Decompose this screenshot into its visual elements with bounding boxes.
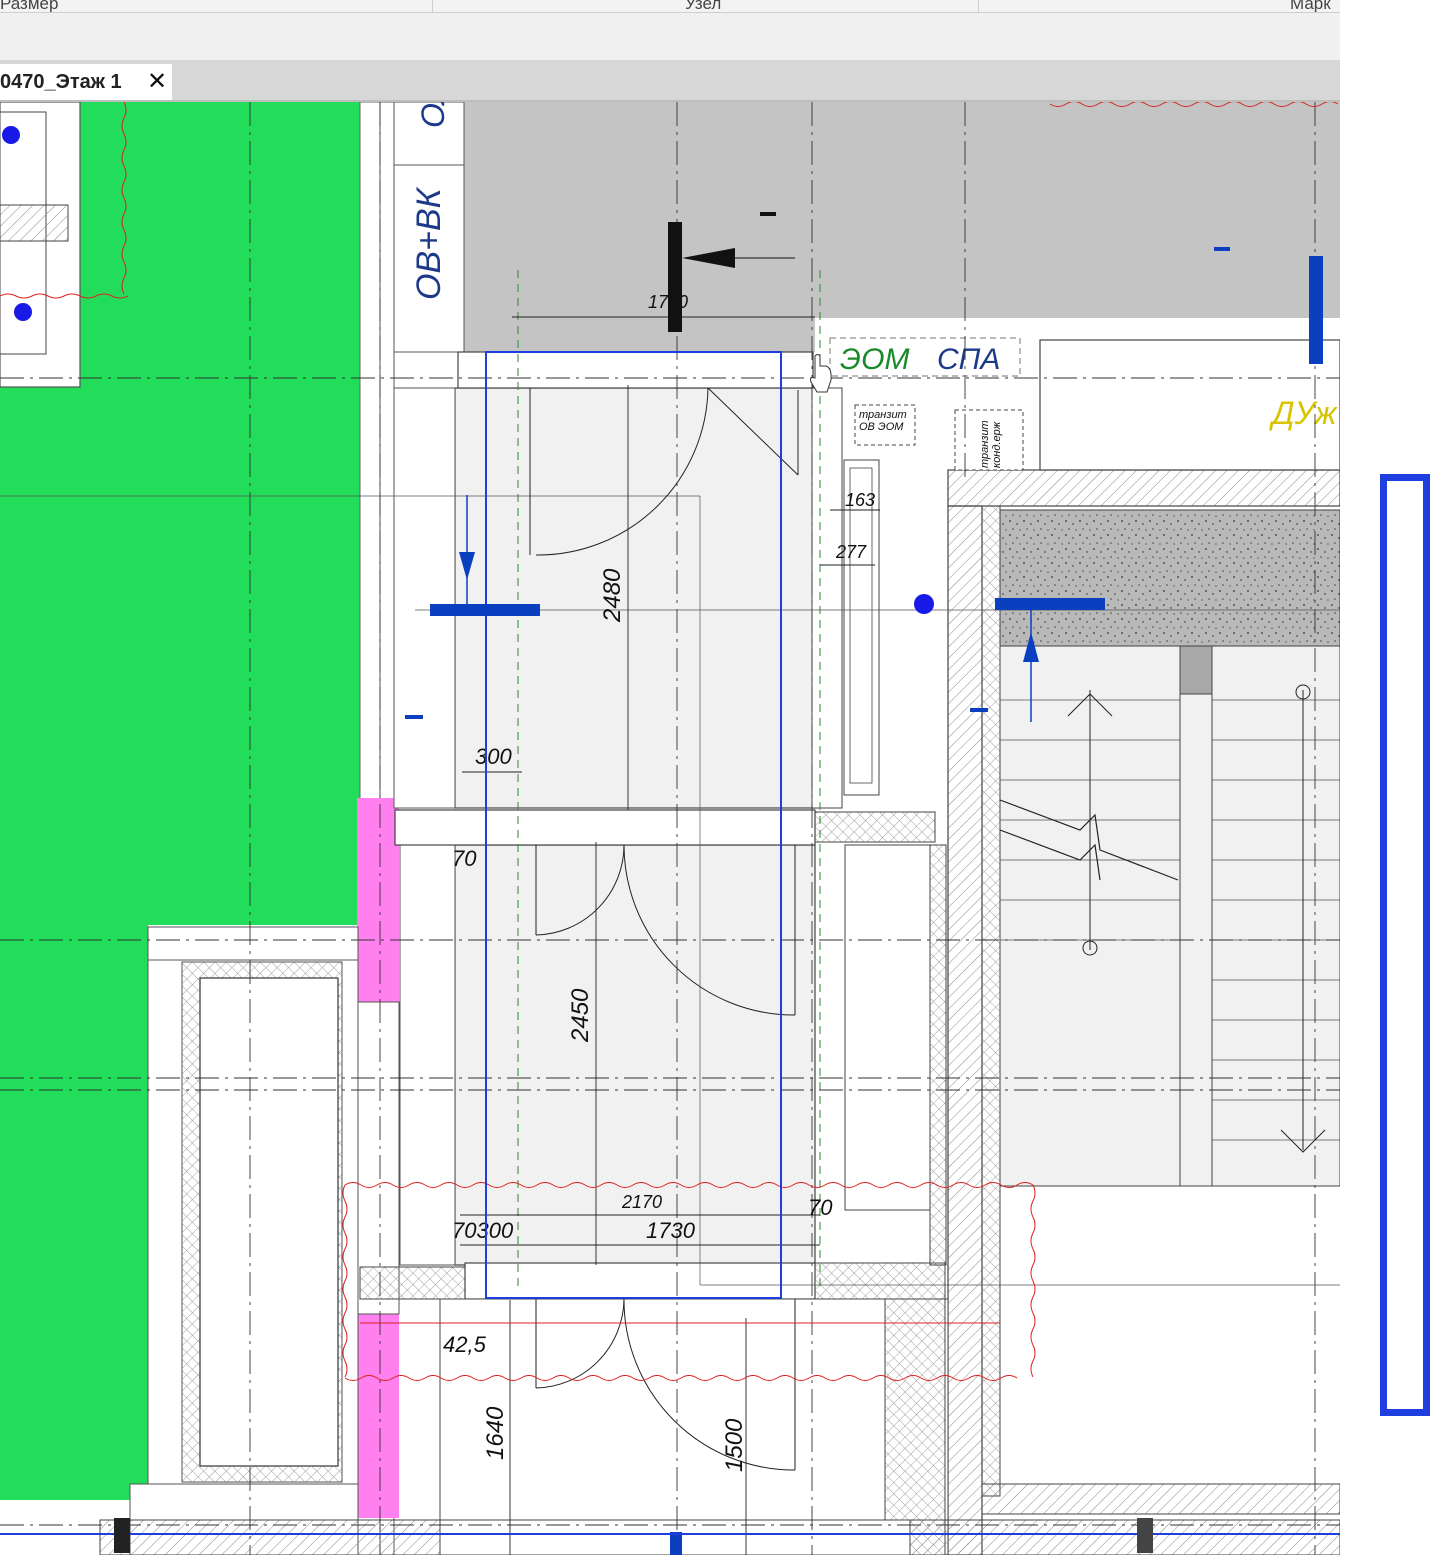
- section-tick: [1214, 247, 1230, 251]
- wall-hatched: [929, 844, 947, 1266]
- label-transit: ОВ ЭОМ: [859, 421, 904, 433]
- dim-42-5: 42,5: [443, 1332, 487, 1357]
- wall-top-left: [0, 204, 69, 242]
- wall-hatched-left: [947, 505, 983, 1555]
- column-header: Размер Узел Марк: [0, 0, 1340, 13]
- wall-hatched-inner: [981, 505, 1001, 1497]
- marker-dot: [914, 594, 934, 614]
- dim-2480: 2480: [599, 568, 626, 623]
- dim-2170: 2170: [621, 1192, 662, 1212]
- wall-strip: [359, 102, 381, 803]
- shaft-inner: [849, 467, 873, 784]
- marker-dot: [2, 126, 20, 144]
- partition: [394, 809, 816, 846]
- dim-277: 277: [835, 542, 867, 562]
- dim-70300: 70300: [452, 1218, 514, 1243]
- label-spa: СПА: [937, 343, 1000, 376]
- label-transit: конд.ерж: [991, 421, 1003, 468]
- magenta-block: [357, 1314, 399, 1518]
- dim-1640: 1640: [482, 1406, 509, 1460]
- dim-2450: 2450: [567, 988, 594, 1043]
- column-size[interactable]: Размер: [0, 0, 58, 12]
- concrete-beam: [1179, 645, 1213, 695]
- wall-hatched-bottom: [981, 1483, 1340, 1515]
- section-marker-blue[interactable]: [1309, 256, 1323, 364]
- marker-dot: [14, 303, 32, 321]
- section-marker-blue[interactable]: [670, 1532, 682, 1555]
- partition-hatched: [814, 811, 936, 843]
- wall-strip: [399, 844, 456, 1266]
- concrete-slab: [999, 509, 1340, 647]
- partition: [457, 351, 814, 389]
- column-node[interactable]: Узел: [685, 0, 721, 12]
- label-transit: транзит: [859, 409, 907, 421]
- view-frame[interactable]: [1380, 474, 1430, 1416]
- label-ov-vk: ОВ+ВК: [410, 186, 448, 300]
- magenta-block: [357, 798, 399, 1002]
- column-mark[interactable]: Марк: [1290, 0, 1331, 12]
- column-divider[interactable]: [978, 0, 979, 12]
- section-tick: [970, 708, 988, 712]
- room-wall: [147, 926, 359, 963]
- dim-1730: 1730: [646, 1218, 696, 1243]
- floor-plan-drawing[interactable]: ОВ+ВК ОЛ ДУж ЭОМ СПА транзит ОВ ЭОМ тран…: [0, 102, 1340, 1555]
- dim-300: 300: [475, 744, 512, 769]
- section-marker-blue[interactable]: [995, 598, 1105, 610]
- room-inner: [199, 977, 339, 1467]
- dim-1500: 1500: [721, 1418, 748, 1472]
- wall-hatched: [884, 1298, 946, 1555]
- section-marker[interactable]: [668, 222, 682, 332]
- room-bottom: [439, 1298, 949, 1555]
- dim-163: 163: [845, 490, 875, 510]
- wall-strip: [811, 387, 843, 809]
- section-tick: [405, 715, 423, 719]
- dim-70: 70: [808, 1195, 833, 1220]
- partition-hatched: [814, 1262, 946, 1300]
- label-transit: транзит: [979, 420, 991, 468]
- wall-hatched-top: [947, 469, 1340, 507]
- column-marker: [1137, 1518, 1153, 1553]
- column-marker: [114, 1518, 130, 1553]
- wall-strip: [393, 387, 456, 809]
- tab-label: 0470_Этаж 1: [0, 70, 122, 93]
- grey-zone: [462, 102, 1340, 352]
- close-icon[interactable]: ✕: [144, 69, 170, 95]
- toolbar-band: [0, 13, 1340, 60]
- tab-bar: [0, 60, 1340, 102]
- tab-floor-1[interactable]: 0470_Этаж 1 ✕: [0, 64, 172, 100]
- dim-70: 70: [452, 846, 477, 871]
- section-marker-blue[interactable]: [430, 604, 540, 616]
- partition-hatched: [359, 1266, 466, 1300]
- drawing-canvas[interactable]: ОВ+ВК ОЛ ДУж ЭОМ СПА транзит ОВ ЭОМ тран…: [0, 102, 1340, 1555]
- section-tick: [760, 212, 776, 216]
- column-divider[interactable]: [432, 0, 433, 12]
- stair-flight: [1211, 645, 1340, 1187]
- label-eom: ЭОМ: [840, 343, 909, 376]
- label-om: ОЛ: [415, 102, 451, 128]
- room-narrow: [844, 844, 931, 1211]
- label-duzh: ДУж: [1269, 395, 1339, 431]
